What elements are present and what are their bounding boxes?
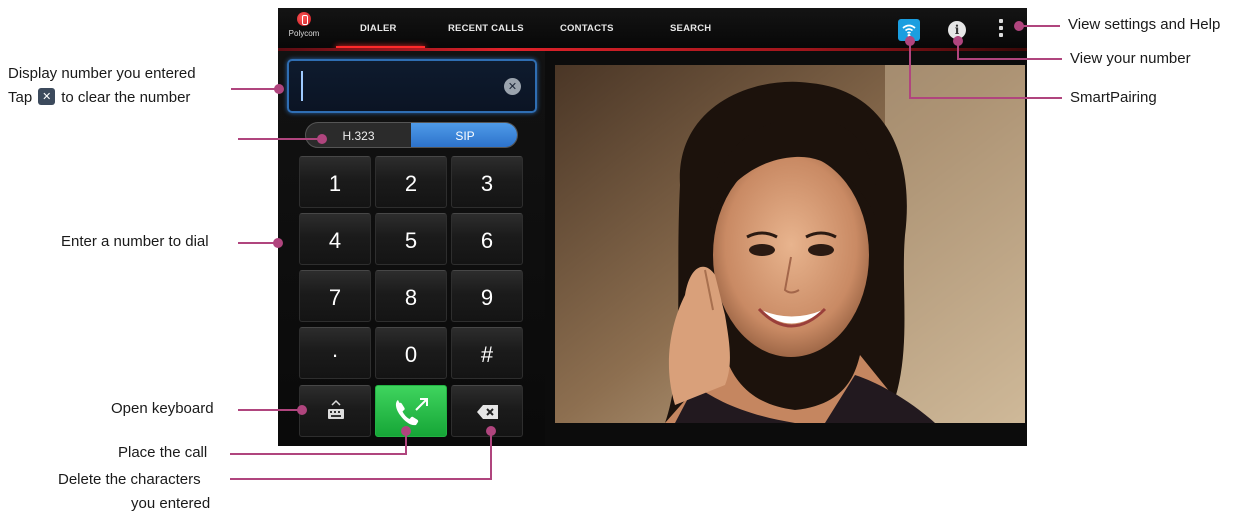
- clear-number-icon[interactable]: ✕: [504, 78, 521, 95]
- callout-dot: [1014, 21, 1024, 31]
- remote-video: [555, 65, 1025, 423]
- polycom-logo-icon: [297, 12, 311, 26]
- callout-line: [238, 409, 302, 411]
- callout-place-call: Place the call: [118, 444, 208, 461]
- callout-display-number: Display number you entered: [8, 65, 196, 82]
- callout-dot: [486, 426, 496, 436]
- key-8[interactable]: 8: [375, 270, 447, 322]
- key-6[interactable]: 6: [451, 213, 523, 265]
- open-keyboard-button[interactable]: [299, 385, 371, 437]
- protocol-sip-option[interactable]: SIP: [411, 123, 517, 147]
- callout-line: [238, 242, 278, 244]
- top-navigation-bar: Polycom DIALER RECENT CALLS CONTACTS SEA…: [278, 8, 1027, 50]
- callout-line: [958, 58, 1062, 60]
- key-3[interactable]: 3: [451, 156, 523, 208]
- callout-line: [238, 138, 322, 140]
- callout-line: [230, 478, 492, 480]
- callout-settings-help: View settings and Help: [1068, 16, 1221, 33]
- callout-dot: [401, 426, 411, 436]
- callout-tap-suffix: to clear the number: [61, 89, 191, 106]
- callout-line: [231, 88, 279, 90]
- tab-dialer[interactable]: DIALER: [336, 23, 424, 50]
- dialer-panel: ✕ H.323 SIP 1 2 3 4 5 6 7 8 9 · 0 #: [278, 51, 545, 446]
- callout-dot: [905, 36, 915, 46]
- callout-delete-line1: Delete the characters: [58, 471, 201, 488]
- tab-recent-calls[interactable]: RECENT CALLS: [448, 23, 524, 34]
- callout-dot: [274, 84, 284, 94]
- callout-dot: [317, 134, 327, 144]
- callout-line: [910, 97, 1062, 99]
- key-5[interactable]: 5: [375, 213, 447, 265]
- tab-search[interactable]: SEARCH: [670, 23, 711, 34]
- key-4[interactable]: 4: [299, 213, 371, 265]
- callout-delete-line2: you entered: [131, 495, 211, 512]
- callout-line: [490, 431, 492, 480]
- protocol-toggle[interactable]: H.323 SIP: [305, 122, 518, 148]
- callout-dot: [953, 36, 963, 46]
- callout-dot: [297, 405, 307, 415]
- key-hash[interactable]: #: [451, 327, 523, 379]
- callout-open-keyboard: Open keyboard: [111, 400, 214, 417]
- key-2[interactable]: 2: [375, 156, 447, 208]
- tab-contacts[interactable]: CONTACTS: [560, 23, 614, 34]
- callout-tap-clear: Tap to clear the number: [8, 88, 190, 108]
- number-input[interactable]: [301, 71, 497, 101]
- callout-line: [1020, 25, 1060, 27]
- clear-number-icon-legend: [38, 88, 56, 105]
- keyboard-icon: [328, 399, 344, 419]
- remote-participant-image: [555, 65, 1025, 423]
- callout-your-number: View your number: [1070, 50, 1191, 67]
- key-9[interactable]: 9: [451, 270, 523, 322]
- place-call-button[interactable]: [375, 385, 447, 437]
- callout-enter-number: Enter a number to dial: [61, 233, 209, 250]
- callout-dot: [273, 238, 283, 248]
- callout-tap-prefix: Tap: [8, 89, 33, 106]
- phone-call-icon: [395, 398, 428, 426]
- logo-text: Polycom: [288, 29, 320, 38]
- key-1[interactable]: 1: [299, 156, 371, 208]
- polycom-logo: Polycom: [284, 12, 324, 46]
- key-7[interactable]: 7: [299, 270, 371, 322]
- key-dot[interactable]: ·: [299, 327, 371, 379]
- backspace-icon: [477, 405, 498, 419]
- overflow-menu-icon[interactable]: [997, 19, 1005, 41]
- callout-smartpairing: SmartPairing: [1070, 89, 1157, 106]
- number-display-field[interactable]: ✕: [287, 59, 537, 113]
- dialer-screen: Polycom DIALER RECENT CALLS CONTACTS SEA…: [278, 8, 1027, 446]
- callout-line: [230, 453, 407, 455]
- key-0[interactable]: 0: [375, 327, 447, 379]
